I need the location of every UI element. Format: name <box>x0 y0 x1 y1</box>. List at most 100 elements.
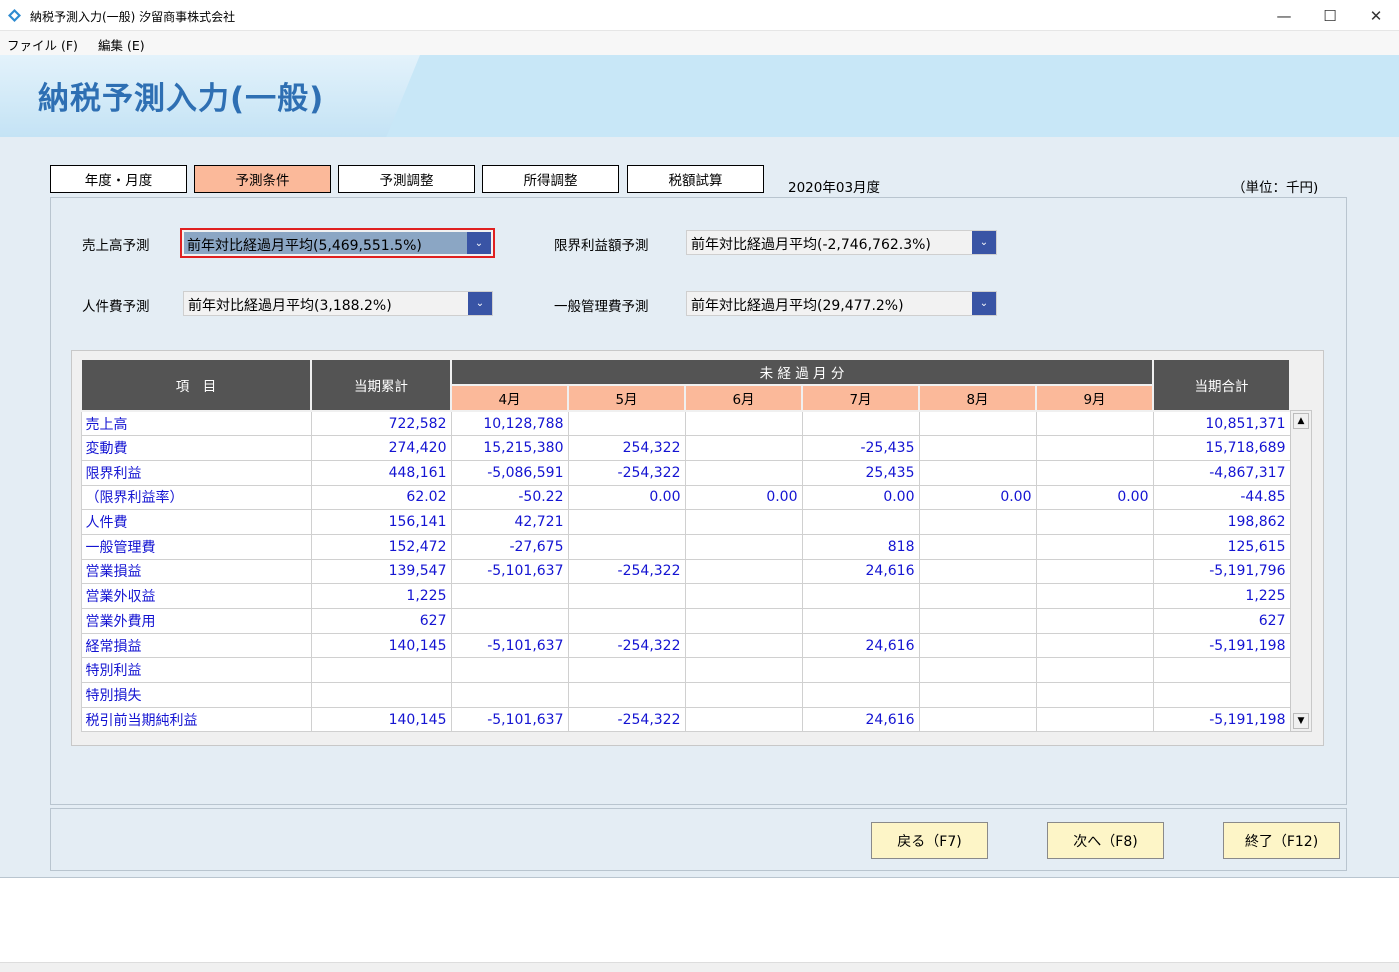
row-name-cell[interactable]: 変動費 <box>80 435 312 461</box>
total-cell[interactable]: 10,851,371 <box>1152 410 1291 437</box>
chevron-down-icon[interactable]: ⌄ <box>972 231 996 254</box>
maximize-button[interactable]: ☐ <box>1307 0 1353 31</box>
month-cell[interactable]: 10,128,788 <box>450 410 569 437</box>
month-cell[interactable]: 24,616 <box>801 706 920 733</box>
cumulative-cell[interactable]: 62.02 <box>310 484 452 511</box>
month-cell[interactable] <box>450 608 569 634</box>
month-cell[interactable] <box>918 533 1037 560</box>
month-cell[interactable] <box>450 682 569 708</box>
row-name-cell[interactable]: 特別損失 <box>80 682 312 708</box>
month-cell[interactable] <box>567 533 686 560</box>
month-cell[interactable] <box>918 435 1037 461</box>
month-cell[interactable] <box>1035 583 1154 609</box>
row-name-cell[interactable]: （限界利益率） <box>80 484 312 511</box>
month-cell[interactable]: 24,616 <box>801 632 920 659</box>
month-cell[interactable] <box>1035 608 1154 634</box>
total-cell[interactable]: 198,862 <box>1152 509 1291 535</box>
month-cell[interactable]: 818 <box>801 533 920 560</box>
total-cell[interactable]: 627 <box>1152 608 1291 634</box>
month-cell[interactable] <box>567 583 686 609</box>
total-cell[interactable]: 1,225 <box>1152 583 1291 609</box>
month-cell[interactable]: 0.00 <box>918 484 1037 511</box>
total-cell[interactable]: -4,867,317 <box>1152 459 1291 486</box>
month-cell[interactable]: -25,435 <box>801 435 920 461</box>
month-cell[interactable]: 15,215,380 <box>450 435 569 461</box>
month-cell[interactable]: -254,322 <box>567 706 686 733</box>
month-cell[interactable] <box>1035 435 1154 461</box>
month-cell[interactable]: 0.00 <box>1035 484 1154 511</box>
month-cell[interactable]: 42,721 <box>450 509 569 535</box>
month-cell[interactable]: 0.00 <box>684 484 803 511</box>
close-button[interactable]: ✕ <box>1353 0 1399 31</box>
month-cell[interactable] <box>684 558 803 585</box>
row-name-cell[interactable]: 人件費 <box>80 509 312 535</box>
minimize-button[interactable]: — <box>1261 0 1307 31</box>
menu-file[interactable]: ファイル (F) <box>7 35 78 54</box>
month-cell[interactable] <box>1035 459 1154 486</box>
month-cell[interactable] <box>684 509 803 535</box>
month-cell[interactable] <box>684 706 803 733</box>
row-name-cell[interactable]: 営業外費用 <box>80 608 312 634</box>
personnel-forecast-select[interactable]: 前年対比経過月平均(3,188.2%) ⌄ <box>183 291 493 316</box>
month-cell[interactable] <box>1035 509 1154 535</box>
month-cell[interactable] <box>918 706 1037 733</box>
total-cell[interactable]: -44.85 <box>1152 484 1291 511</box>
month-cell[interactable] <box>567 682 686 708</box>
month-cell[interactable] <box>684 632 803 659</box>
month-cell[interactable] <box>801 509 920 535</box>
month-cell[interactable]: -254,322 <box>567 558 686 585</box>
chevron-down-icon[interactable]: ⌄ <box>467 232 491 254</box>
row-name-cell[interactable]: 税引前当期純利益 <box>80 706 312 733</box>
total-cell[interactable]: 125,615 <box>1152 533 1291 560</box>
month-cell[interactable] <box>918 410 1037 437</box>
row-name-cell[interactable]: 特別利益 <box>80 657 312 684</box>
cumulative-cell[interactable] <box>310 682 452 708</box>
month-cell[interactable] <box>1035 657 1154 684</box>
month-cell[interactable]: -5,101,637 <box>450 632 569 659</box>
month-cell[interactable] <box>918 583 1037 609</box>
month-cell[interactable] <box>684 459 803 486</box>
tab-forecast-adjustment[interactable]: 予測調整 <box>338 165 475 193</box>
month-cell[interactable] <box>567 608 686 634</box>
admin-forecast-select[interactable]: 前年対比経過月平均(29,477.2%) ⌄ <box>686 291 997 316</box>
month-cell[interactable] <box>567 657 686 684</box>
scroll-up-icon[interactable]: ▲ <box>1293 413 1309 429</box>
tab-year-month[interactable]: 年度・月度 <box>50 165 187 193</box>
cumulative-cell[interactable]: 140,145 <box>310 706 452 733</box>
month-cell[interactable] <box>918 558 1037 585</box>
month-cell[interactable]: -254,322 <box>567 632 686 659</box>
month-cell[interactable]: 254,322 <box>567 435 686 461</box>
month-cell[interactable] <box>918 608 1037 634</box>
month-cell[interactable] <box>801 682 920 708</box>
month-cell[interactable] <box>918 509 1037 535</box>
month-cell[interactable] <box>918 632 1037 659</box>
cumulative-cell[interactable]: 140,145 <box>310 632 452 659</box>
month-cell[interactable]: -50.22 <box>450 484 569 511</box>
total-cell[interactable]: -5,191,796 <box>1152 558 1291 585</box>
cumulative-cell[interactable] <box>310 657 452 684</box>
month-cell[interactable]: -5,101,637 <box>450 558 569 585</box>
month-cell[interactable] <box>1035 533 1154 560</box>
month-cell[interactable] <box>918 657 1037 684</box>
row-name-cell[interactable]: 売上高 <box>80 410 312 437</box>
month-cell[interactable] <box>1035 682 1154 708</box>
total-cell[interactable] <box>1152 682 1291 708</box>
row-name-cell[interactable]: 営業外収益 <box>80 583 312 609</box>
month-cell[interactable] <box>684 657 803 684</box>
month-cell[interactable] <box>684 583 803 609</box>
month-cell[interactable] <box>450 583 569 609</box>
cumulative-cell[interactable]: 1,225 <box>310 583 452 609</box>
sales-forecast-select[interactable]: 前年対比経過月平均(5,469,551.5%) ⌄ <box>180 228 495 258</box>
row-name-cell[interactable]: 経常損益 <box>80 632 312 659</box>
cumulative-cell[interactable]: 448,161 <box>310 459 452 486</box>
cumulative-cell[interactable]: 274,420 <box>310 435 452 461</box>
tab-forecast-conditions[interactable]: 予測条件 <box>194 165 331 193</box>
tab-income-adjustment[interactable]: 所得調整 <box>482 165 619 193</box>
row-name-cell[interactable]: 営業損益 <box>80 558 312 585</box>
total-cell[interactable]: 15,718,689 <box>1152 435 1291 461</box>
month-cell[interactable]: 0.00 <box>801 484 920 511</box>
cumulative-cell[interactable]: 156,141 <box>310 509 452 535</box>
cumulative-cell[interactable]: 722,582 <box>310 410 452 437</box>
month-cell[interactable] <box>684 608 803 634</box>
month-cell[interactable] <box>684 410 803 437</box>
